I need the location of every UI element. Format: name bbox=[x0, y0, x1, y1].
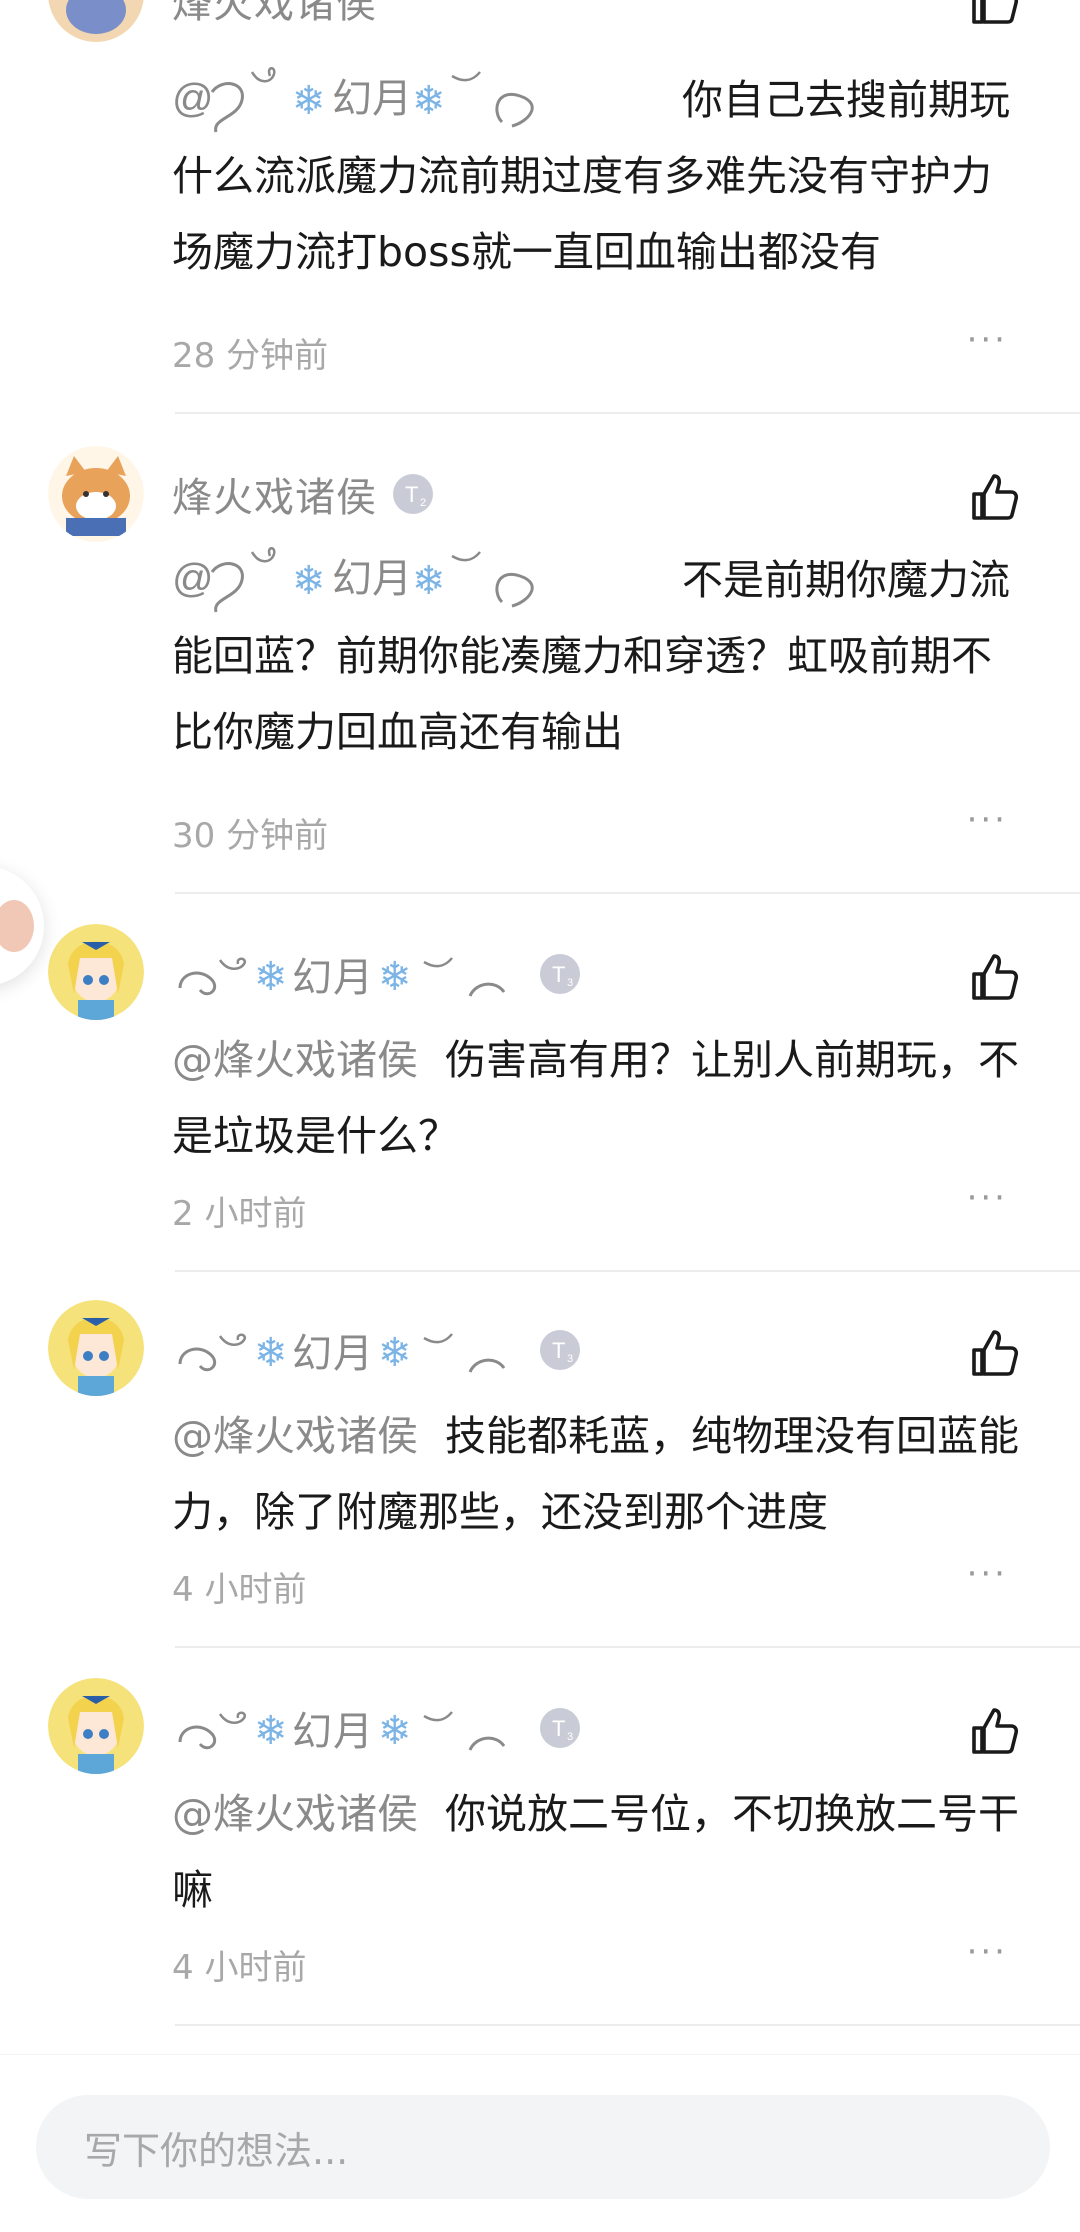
timestamp: 2 小时前 bbox=[172, 1194, 307, 1234]
svg-text:3: 3 bbox=[567, 977, 573, 989]
comment-author[interactable]: ❄ 幻月 ❄ T3 bbox=[172, 944, 582, 1004]
timestamp: 30 分钟前 bbox=[172, 816, 329, 856]
svg-text:@: @ bbox=[172, 555, 214, 601]
username-decoration-icon: @ ❄ 幻月 ❄ bbox=[172, 547, 534, 613]
more-options-button[interactable]: ··· bbox=[967, 1178, 1008, 1218]
level-badge-icon: T3 bbox=[540, 954, 580, 994]
svg-text:❄: ❄ bbox=[412, 78, 446, 124]
like-button[interactable] bbox=[966, 948, 1022, 1004]
svg-text:❄: ❄ bbox=[254, 1708, 288, 1754]
level-badge-icon: T2 bbox=[393, 474, 433, 514]
mention-link[interactable]: @ ❄ 幻月 ❄ bbox=[172, 62, 672, 138]
svg-text:❄: ❄ bbox=[292, 78, 326, 124]
comment-input-bar: 写下你的想法... bbox=[0, 2054, 1080, 2232]
comment-text-line: 不是前期你魔力流 bbox=[682, 556, 1010, 604]
timestamp: 4 小时前 bbox=[172, 1948, 307, 1988]
level-badge-icon: T3 bbox=[540, 1330, 580, 1370]
svg-text:❄: ❄ bbox=[254, 1330, 288, 1376]
divider bbox=[175, 1270, 1080, 1272]
username: 幻月 bbox=[292, 1331, 374, 1377]
more-options-button[interactable]: ··· bbox=[967, 1554, 1008, 1594]
floating-side-tab[interactable] bbox=[0, 866, 44, 986]
mascot-icon bbox=[0, 900, 34, 952]
comment-body: @ ❄ 幻月 ❄ 不是前期你魔力流 能回蓝？前期你能凑魔力和穿透？虹吸前期不比你… bbox=[172, 542, 1032, 770]
like-button[interactable] bbox=[966, 1324, 1022, 1380]
avatar[interactable] bbox=[48, 1678, 144, 1774]
level-badge-icon: T3 bbox=[540, 1708, 580, 1748]
comment-text: 什么流派魔力流前期过度有多难先没有守护力场魔力流打boss就一直回血输出都没有 bbox=[172, 152, 992, 276]
svg-text:T: T bbox=[552, 1338, 565, 1363]
svg-text:T: T bbox=[552, 962, 565, 987]
username-decoration-icon: ❄ bbox=[378, 954, 506, 1000]
divider bbox=[175, 892, 1080, 894]
comment-author[interactable]: ❄ 幻月 ❄ T3 bbox=[172, 1698, 582, 1758]
comment-input[interactable]: 写下你的想法... bbox=[36, 2095, 1050, 2199]
timestamp: 28 分钟前 bbox=[172, 336, 329, 376]
svg-text:幻月: 幻月 bbox=[332, 556, 412, 602]
comment-text: 能回蓝？前期你能凑魔力和穿透？虹吸前期不比你魔力回血高还有输出 bbox=[172, 632, 992, 756]
divider bbox=[175, 412, 1080, 414]
comment-author[interactable]: 烽火戏诸侯 bbox=[172, 0, 377, 30]
mention-link[interactable]: @ ❄ 幻月 ❄ bbox=[172, 542, 672, 618]
comment-body: @烽火戏诸侯 技能都耗蓝，纯物理没有回蓝能力，除了附魔那些，还没到那个进度 bbox=[172, 1398, 1032, 1550]
svg-text:@: @ bbox=[172, 75, 214, 121]
avatar[interactable] bbox=[48, 924, 144, 1020]
svg-text:幻月: 幻月 bbox=[332, 76, 412, 122]
avatar[interactable] bbox=[48, 1300, 144, 1396]
more-options-button[interactable]: ··· bbox=[967, 320, 1008, 360]
thumbs-up-icon bbox=[972, 0, 1019, 24]
svg-text:3: 3 bbox=[567, 1731, 573, 1743]
svg-text:❄: ❄ bbox=[378, 954, 412, 1000]
like-button[interactable] bbox=[966, 0, 1022, 28]
svg-text:T: T bbox=[552, 1716, 565, 1741]
more-options-button[interactable]: ··· bbox=[967, 1932, 1008, 1972]
svg-text:❄: ❄ bbox=[292, 558, 326, 604]
username-decoration-icon: @ ❄ 幻月 ❄ bbox=[172, 67, 534, 133]
avatar[interactable] bbox=[48, 446, 144, 542]
svg-text:❄: ❄ bbox=[378, 1708, 412, 1754]
mention-link[interactable]: @烽火戏诸侯 bbox=[172, 1036, 418, 1084]
comment-text-line: 你自己去搜前期玩 bbox=[682, 76, 1010, 124]
timestamp: 4 小时前 bbox=[172, 1570, 307, 1610]
username: 烽火戏诸侯 bbox=[172, 0, 377, 27]
thumbs-up-icon bbox=[972, 954, 1019, 1000]
svg-text:❄: ❄ bbox=[254, 954, 288, 1000]
comment-body: @烽火戏诸侯 你说放二号位，不切换放二号干嘛 bbox=[172, 1776, 1032, 1928]
svg-text:2: 2 bbox=[420, 497, 426, 509]
username-decoration-icon: ❄ bbox=[378, 1708, 506, 1754]
divider bbox=[175, 1646, 1080, 1648]
input-placeholder: 写下你的想法... bbox=[84, 2128, 349, 2173]
username-decoration-icon: ❄ bbox=[378, 1330, 506, 1376]
comment-author[interactable]: ❄ 幻月 ❄ T3 bbox=[172, 1320, 582, 1380]
svg-text:3: 3 bbox=[567, 1353, 573, 1365]
mention-link[interactable]: @烽火戏诸侯 bbox=[172, 1412, 418, 1460]
like-button[interactable] bbox=[966, 1702, 1022, 1758]
comment-author[interactable]: 烽火戏诸侯 T2 bbox=[172, 464, 435, 524]
svg-text:❄: ❄ bbox=[412, 558, 446, 604]
username: 烽火戏诸侯 bbox=[172, 475, 377, 521]
svg-text:T: T bbox=[405, 482, 418, 507]
comment-body: @烽火戏诸侯 伤害高有用？让别人前期玩，不是垃圾是什么？ bbox=[172, 1022, 1032, 1174]
svg-text:❄: ❄ bbox=[378, 1330, 412, 1376]
avatar[interactable] bbox=[48, 0, 144, 42]
username: 幻月 bbox=[292, 1709, 374, 1755]
more-options-button[interactable]: ··· bbox=[967, 800, 1008, 840]
mention-link[interactable]: @烽火戏诸侯 bbox=[172, 1790, 418, 1838]
thumbs-up-icon bbox=[972, 1330, 1019, 1376]
thumbs-up-icon bbox=[972, 1708, 1019, 1754]
comment-body: @ ❄ 幻月 ❄ 你自己去搜前期玩 什么流派魔力流前期过度有多难先没有守护力场魔… bbox=[172, 62, 1032, 290]
username: 幻月 bbox=[292, 955, 374, 1001]
thumbs-up-icon bbox=[972, 474, 1019, 520]
like-button[interactable] bbox=[966, 468, 1022, 524]
divider bbox=[175, 2024, 1080, 2026]
